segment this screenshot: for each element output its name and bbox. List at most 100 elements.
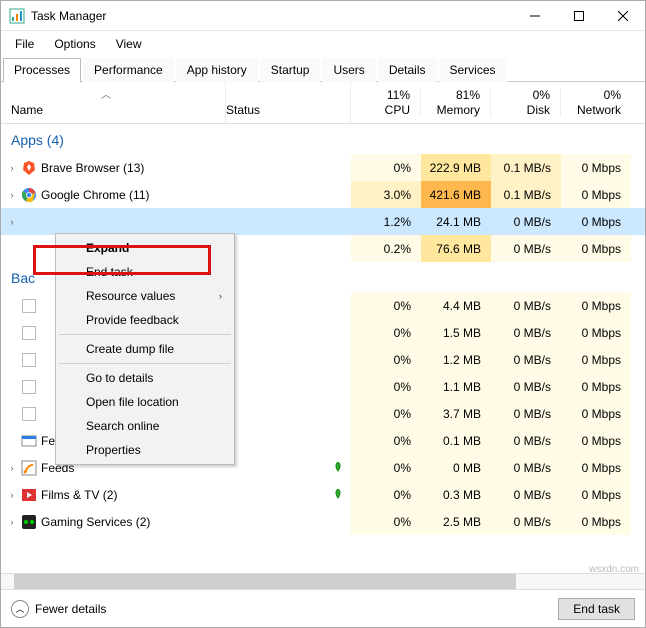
cell-mem: 3.7 MB xyxy=(421,400,491,427)
cell-disk: 0 MB/s xyxy=(491,373,561,400)
col-header-cpu[interactable]: 11%CPU xyxy=(351,88,421,117)
context-menu-provide-feedback[interactable]: Provide feedback xyxy=(58,308,232,332)
menu-view[interactable]: View xyxy=(108,35,150,53)
cell-net: 0 Mbps xyxy=(561,319,631,346)
table-row[interactable]: ›1.2%24.1 MB0 MB/s0 Mbps xyxy=(1,208,645,235)
context-menu-properties[interactable]: Properties xyxy=(58,438,232,462)
col-header-disk[interactable]: 0%Disk xyxy=(491,88,561,117)
cell-cpu: 0% xyxy=(351,292,421,319)
cell-disk: 0 MB/s xyxy=(491,208,561,235)
menubar: File Options View xyxy=(1,31,645,57)
process-name: Gaming Services (2) xyxy=(41,515,150,529)
cell-cpu: 0% xyxy=(351,400,421,427)
col-header-status[interactable]: Status xyxy=(226,82,351,123)
blank-icon xyxy=(21,352,37,368)
fewer-details-toggle[interactable]: ︿ Fewer details xyxy=(11,600,558,618)
tab-startup[interactable]: Startup xyxy=(260,58,321,82)
expand-arrow-icon[interactable]: › xyxy=(7,163,17,173)
context-menu-end-task[interactable]: End task xyxy=(58,260,232,284)
table-row[interactable]: ›Brave Browser (13)0%222.9 MB0.1 MB/s0 M… xyxy=(1,154,645,181)
context-menu-separator xyxy=(59,334,231,335)
leaf-icon xyxy=(333,461,343,475)
expand-arrow-icon[interactable]: › xyxy=(7,517,17,527)
tab-performance[interactable]: Performance xyxy=(83,58,174,82)
tab-details[interactable]: Details xyxy=(378,58,437,82)
cell-mem: 421.6 MB xyxy=(421,181,491,208)
cell-disk: 0 MB/s xyxy=(491,292,561,319)
table-row[interactable]: ›Films & TV (2)0%0.3 MB0 MB/s0 Mbps xyxy=(1,481,645,508)
cell-net: 0 Mbps xyxy=(561,154,631,181)
cell-mem: 2.5 MB xyxy=(421,508,491,535)
expand-arrow-icon[interactable]: › xyxy=(7,490,17,500)
cell-disk: 0 MB/s xyxy=(491,235,561,262)
context-menu-go-to-details[interactable]: Go to details xyxy=(58,366,232,390)
maximize-button[interactable] xyxy=(557,1,601,31)
cell-net: 0 Mbps xyxy=(561,454,631,481)
expand-arrow-icon[interactable]: › xyxy=(7,190,17,200)
cell-net: 0 Mbps xyxy=(561,346,631,373)
minimize-button[interactable] xyxy=(513,1,557,31)
context-menu-open-file-location[interactable]: Open file location xyxy=(58,390,232,414)
films-icon xyxy=(21,487,37,503)
feeds-icon xyxy=(21,460,37,476)
close-button[interactable] xyxy=(601,1,645,31)
expand-arrow-icon[interactable]: › xyxy=(7,217,17,227)
cell-mem: 0 MB xyxy=(421,454,491,481)
cell-net: 0 Mbps xyxy=(561,481,631,508)
horizontal-scrollbar[interactable] xyxy=(1,573,645,589)
chevron-up-icon: ︿ xyxy=(11,600,29,618)
blank-icon xyxy=(21,298,37,314)
cell-mem: 222.9 MB xyxy=(421,154,491,181)
cell-disk: 0 MB/s xyxy=(491,319,561,346)
tab-users[interactable]: Users xyxy=(322,58,375,82)
cell-disk: 0 MB/s xyxy=(491,454,561,481)
footer: ︿ Fewer details End task xyxy=(1,589,645,627)
gaming-icon xyxy=(21,514,37,530)
expand-arrow-icon[interactable]: › xyxy=(7,463,17,473)
cell-cpu: 3.0% xyxy=(351,181,421,208)
tab-services[interactable]: Services xyxy=(439,58,507,82)
col-header-network[interactable]: 0%Network xyxy=(561,88,631,117)
cell-cpu: 1.2% xyxy=(351,208,421,235)
context-menu-search-online[interactable]: Search online xyxy=(58,414,232,438)
menu-file[interactable]: File xyxy=(7,35,42,53)
end-task-button[interactable]: End task xyxy=(558,598,635,620)
cell-disk: 0.1 MB/s xyxy=(491,154,561,181)
cell-cpu: 0% xyxy=(351,154,421,181)
context-menu-create-dump-file[interactable]: Create dump file xyxy=(58,337,232,361)
app-icon xyxy=(9,8,25,24)
watermark: wsxdn.com xyxy=(589,564,639,575)
cell-disk: 0 MB/s xyxy=(491,508,561,535)
tab-app-history[interactable]: App history xyxy=(176,58,258,82)
brave-icon xyxy=(21,160,37,176)
col-header-memory[interactable]: 81%Memory xyxy=(421,88,491,117)
context-menu-resource-values[interactable]: Resource values› xyxy=(58,284,232,308)
table-row[interactable]: ›Gaming Services (2)0%2.5 MB0 MB/s0 Mbps xyxy=(1,508,645,535)
menu-options[interactable]: Options xyxy=(46,35,103,53)
blank-icon xyxy=(21,325,37,341)
cell-mem: 0.1 MB xyxy=(421,427,491,454)
cell-mem: 1.1 MB xyxy=(421,373,491,400)
cell-mem: 1.2 MB xyxy=(421,346,491,373)
col-header-name[interactable]: Name xyxy=(1,82,226,123)
cell-disk: 0 MB/s xyxy=(491,400,561,427)
process-name: Films & TV (2) xyxy=(41,488,117,502)
window-title: Task Manager xyxy=(31,9,106,23)
context-menu-expand[interactable]: Expand xyxy=(58,236,232,260)
status-cell xyxy=(226,461,351,475)
cell-cpu: 0% xyxy=(351,427,421,454)
blank-icon xyxy=(21,379,37,395)
cell-mem: 1.5 MB xyxy=(421,319,491,346)
table-row[interactable]: ›Google Chrome (11)3.0%421.6 MB0.1 MB/s0… xyxy=(1,181,645,208)
leaf-icon xyxy=(333,488,343,502)
cell-net: 0 Mbps xyxy=(561,373,631,400)
status-cell xyxy=(226,488,351,502)
cell-net: 0 Mbps xyxy=(561,508,631,535)
cell-mem: 76.6 MB xyxy=(421,235,491,262)
cell-net: 0 Mbps xyxy=(561,208,631,235)
task-manager-window: Task Manager File Options View Processes… xyxy=(0,0,646,628)
column-headers: ︿ Name Status 11%CPU 81%Memory 0%Disk 0%… xyxy=(1,82,645,124)
cell-disk: 0 MB/s xyxy=(491,346,561,373)
process-icon xyxy=(21,241,37,257)
tab-processes[interactable]: Processes xyxy=(3,58,81,82)
